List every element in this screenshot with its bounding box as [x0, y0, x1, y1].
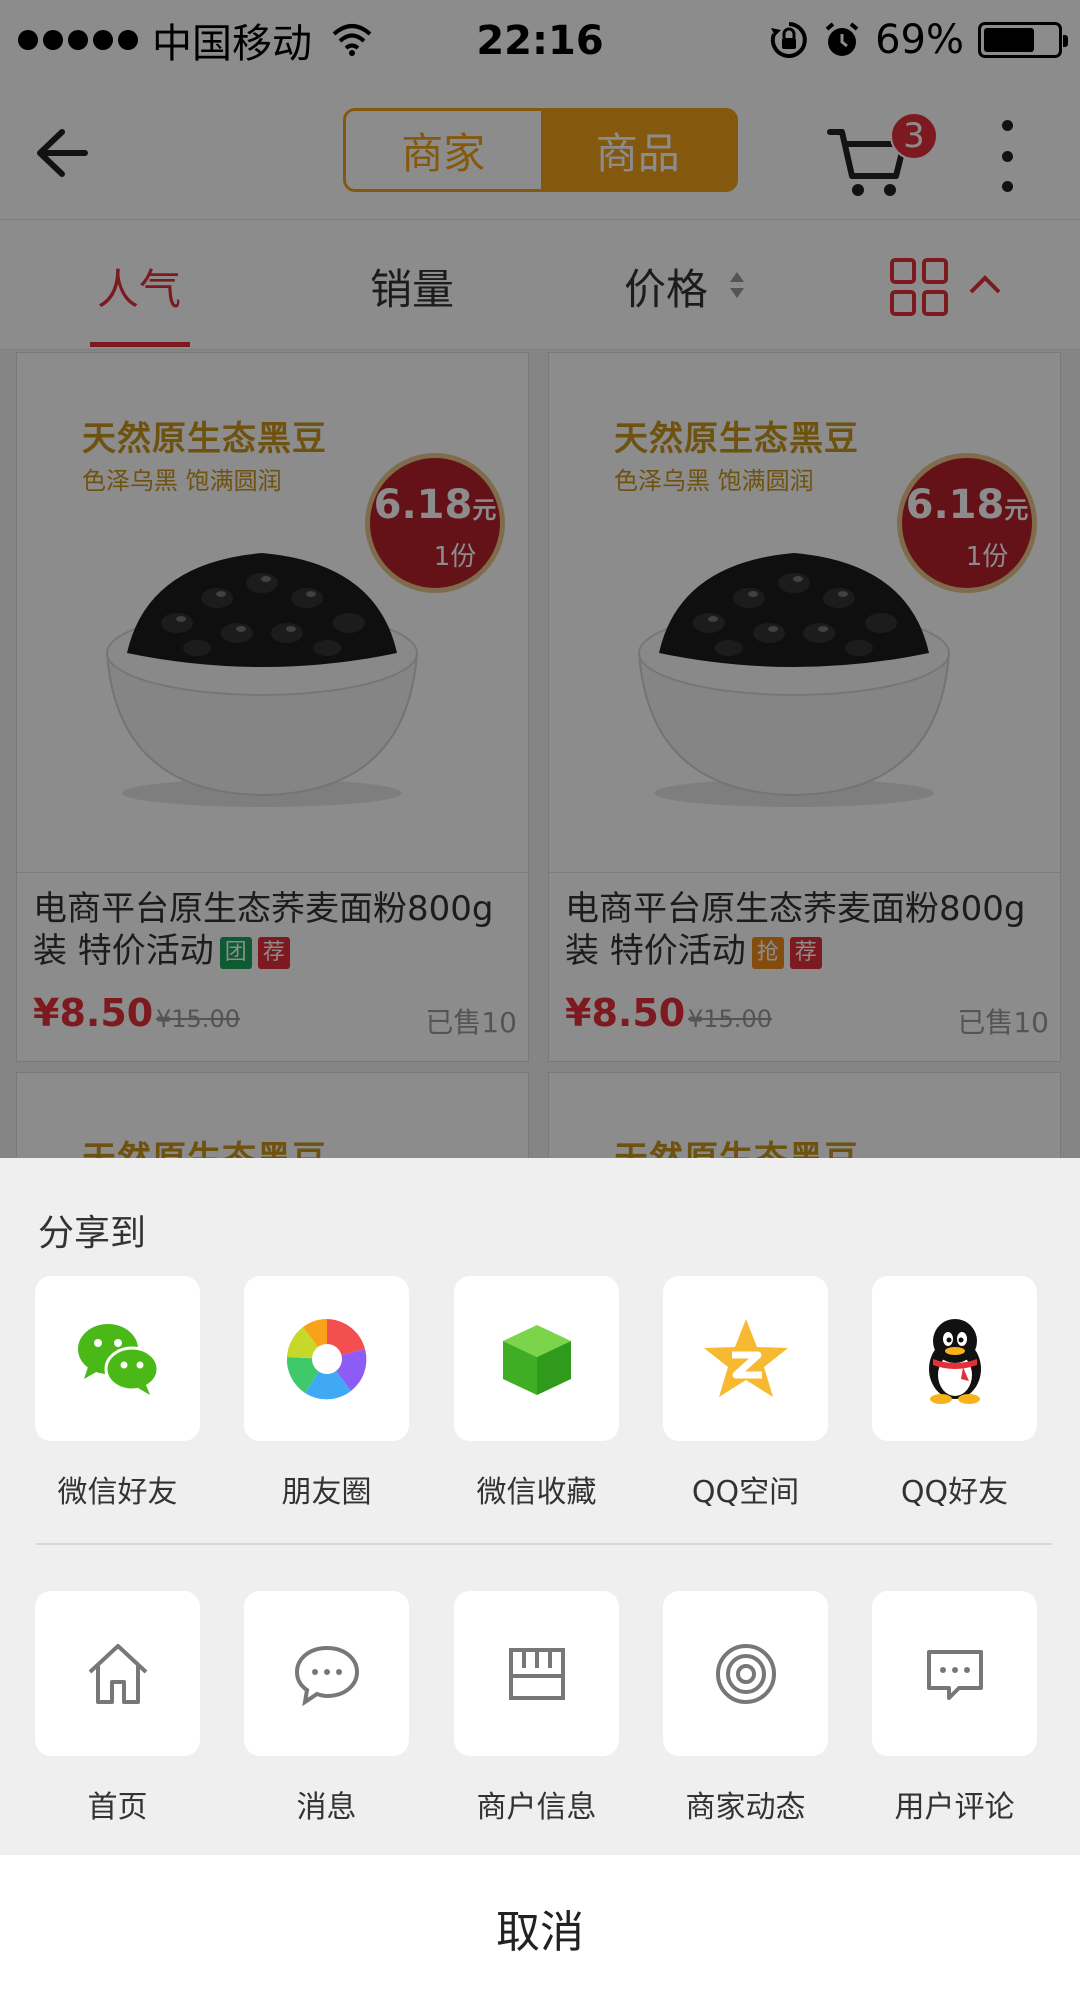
share-tile [35, 1276, 200, 1441]
share-tile [872, 1276, 1037, 1441]
op-messages[interactable]: 消息 [244, 1591, 409, 1826]
op-label: 用户评论 [894, 1790, 1015, 1825]
wechat-icon [77, 1323, 159, 1395]
share-label: 朋友圈 [281, 1475, 372, 1510]
op-user-reviews[interactable]: 用户评论 [872, 1591, 1037, 1826]
op-tile [872, 1591, 1037, 1756]
op-merchant-updates[interactable]: 商家动态 [663, 1591, 828, 1826]
moments-icon [284, 1316, 369, 1401]
wechat-favorites-icon [502, 1324, 571, 1395]
modal-backdrop[interactable] [0, 0, 1080, 1158]
op-tile [454, 1591, 619, 1756]
op-tile [35, 1591, 200, 1756]
op-tile [244, 1591, 409, 1756]
qzone-icon [703, 1318, 788, 1397]
share-label: 微信好友 [57, 1475, 178, 1510]
comment-icon [926, 1649, 983, 1700]
op-label: 商家动态 [685, 1790, 806, 1825]
share-qq-friends[interactable]: QQ好友 [872, 1276, 1037, 1511]
share-moments[interactable]: 朋友圈 [244, 1276, 409, 1511]
share-label: 微信收藏 [476, 1475, 597, 1510]
cancel-button[interactable]: 取消 [0, 1855, 1080, 2000]
qq-icon [928, 1318, 981, 1404]
home-icon [88, 1643, 147, 1704]
share-sheet-title: 分享到 [38, 1213, 147, 1254]
share-tile [454, 1276, 619, 1441]
share-qzone[interactable]: QQ空间 [663, 1276, 828, 1511]
target-icon [715, 1643, 776, 1704]
op-label: 商户信息 [476, 1790, 597, 1825]
op-tile [663, 1591, 828, 1756]
share-label: QQ好友 [900, 1475, 1009, 1510]
share-tile [244, 1276, 409, 1441]
share-wechat-friends[interactable]: 微信好友 [35, 1276, 200, 1511]
store-icon [508, 1647, 565, 1700]
op-merchant-info[interactable]: 商户信息 [454, 1591, 619, 1826]
sheet-divider [36, 1543, 1052, 1545]
share-sheet: 分享到 微信好友 朋友圈 微信收藏 QQ空间 QQ好友 首页 消息 商户信息 商… [0, 1158, 1080, 2000]
op-label: 消息 [296, 1790, 357, 1825]
share-label: QQ空间 [691, 1475, 800, 1510]
share-tile [663, 1276, 828, 1441]
op-home[interactable]: 首页 [35, 1591, 200, 1826]
share-wechat-favorites[interactable]: 微信收藏 [454, 1276, 619, 1511]
op-label: 首页 [87, 1790, 148, 1825]
message-icon [294, 1645, 359, 1706]
